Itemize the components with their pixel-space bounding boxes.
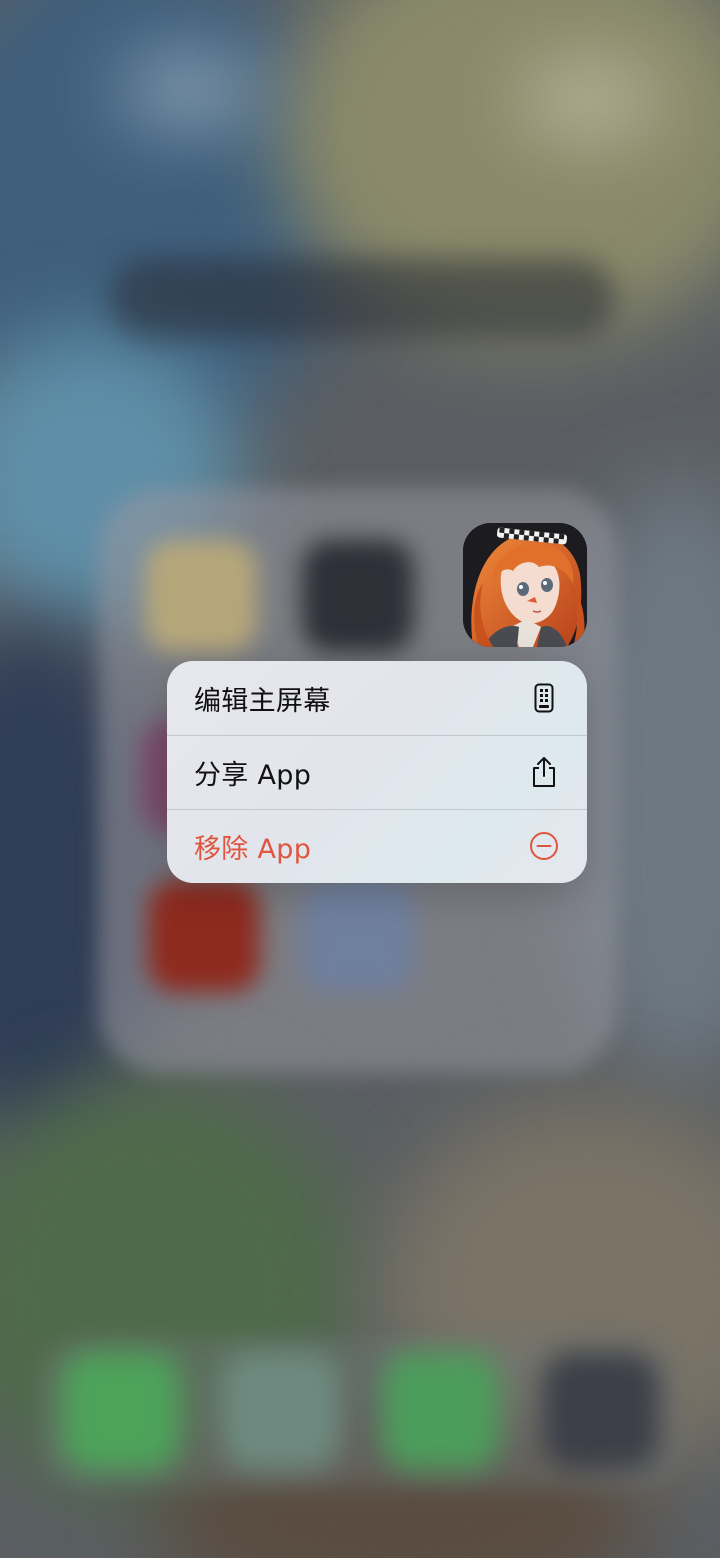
app-icon[interactable] xyxy=(463,523,587,647)
share-icon xyxy=(528,756,560,788)
anime-character-artwork xyxy=(463,523,587,647)
remove-app-item[interactable]: 移除 App xyxy=(167,809,587,883)
share-app-item[interactable]: 分享 App xyxy=(167,735,587,809)
menu-item-label: 分享 App xyxy=(194,759,312,791)
menu-item-label: 移除 App xyxy=(194,833,312,865)
menu-item-label: 编辑主屏幕 xyxy=(194,685,331,717)
app-context-menu: 编辑主屏幕 分享 App 移除 App xyxy=(167,661,587,883)
minus-circle-icon xyxy=(528,830,560,862)
edit-home-screen-item[interactable]: 编辑主屏幕 xyxy=(167,661,587,735)
phone-edit-icon xyxy=(528,682,560,714)
